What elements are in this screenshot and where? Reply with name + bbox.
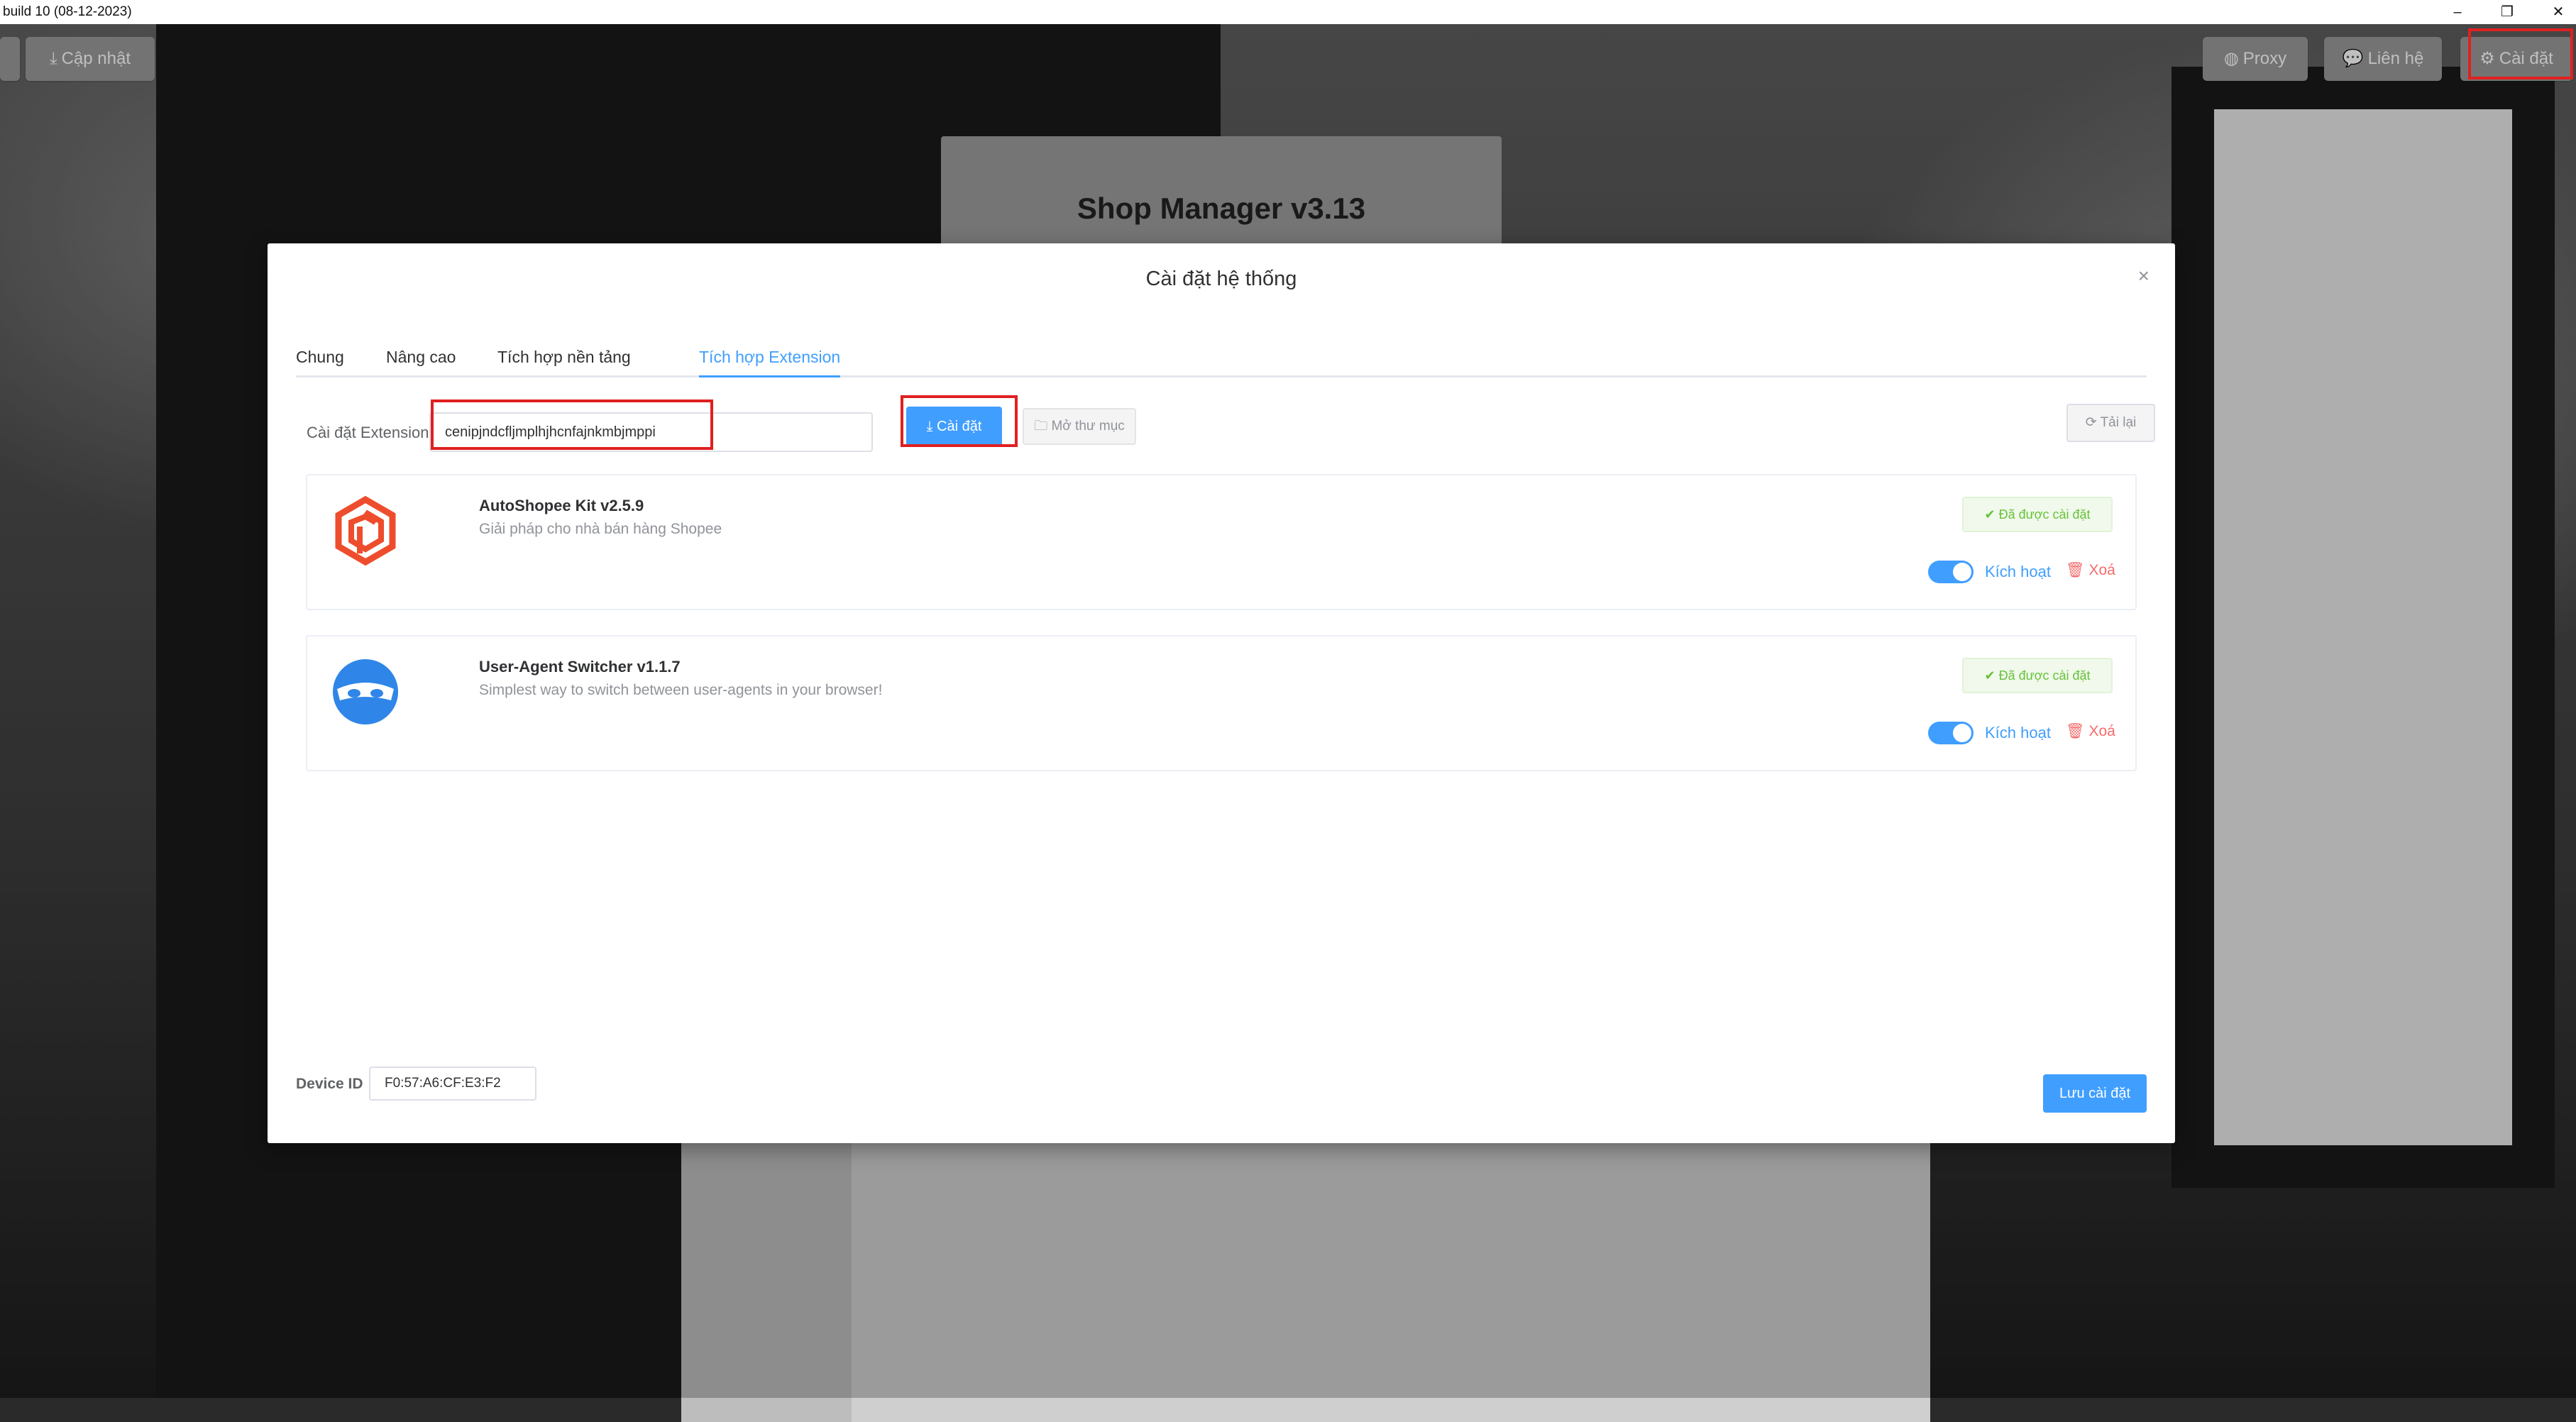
window-titlebar: build 10 (08-12-2023) – ❐ ✕ [0,0,2576,24]
installed-badge: ✔ Đã được cài đặt [1962,658,2113,693]
delete-label: Xoá [2088,562,2115,578]
extension-name: User-Agent Switcher v1.1.7 [479,658,681,676]
device-id-field[interactable]: F0:57:A6:CF:E3:F2 [369,1066,536,1101]
settings-modal: Cài đặt hệ thống × Chung Nâng cao Tích h… [268,243,2175,1143]
highlight-extension-input [431,399,713,450]
restore-button[interactable]: ❐ [2491,0,2523,24]
open-folder-label: Mở thư mục [1051,419,1125,434]
toggle-knob [1953,724,1971,742]
activate-label[interactable]: Kích hoạt [1985,561,2051,583]
tab-general[interactable]: Chung [296,343,344,375]
reload-label: Tải lại [2100,415,2137,430]
refresh-icon: ⟳ [2085,415,2101,430]
activate-toggle[interactable] [1928,561,1974,583]
delete-button[interactable]: 🗑 Xoá [2066,559,2115,582]
folder-icon: 🗀 [1034,419,1052,434]
window-title: build 10 (08-12-2023) [3,4,132,19]
close-icon[interactable]: × [2138,265,2150,287]
highlight-install-button [901,395,1018,447]
trash-icon: 🗑 [2066,562,2089,578]
activate-toggle[interactable] [1928,722,1974,744]
autoshopee-logo-icon [335,495,396,566]
reload-button[interactable]: ⟳ Tải lại [2066,404,2155,442]
installed-badge: ✔ Đã được cài đặt [1962,497,2113,532]
extension-card: AutoShopee Kit v2.5.9 Giải pháp cho nhà … [306,474,2137,610]
minimize-button[interactable]: – [2441,0,2474,24]
highlight-settings-button [2468,28,2573,79]
toggle-knob [1953,563,1971,581]
mask-logo-icon [333,659,398,724]
extension-name: AutoShopee Kit v2.5.9 [479,497,644,514]
trash-icon: 🗑 [2066,723,2089,739]
check-icon: ✔ [1984,507,1999,522]
extension-label: Cài đặt Extension [307,424,429,441]
installed-label: Đã được cài đặt [1998,507,2091,522]
activate-label[interactable]: Kích hoạt [1985,722,2051,744]
check-icon: ✔ [1984,668,1999,683]
extension-card: User-Agent Switcher v1.1.7 Simplest way … [306,635,2137,771]
delete-label: Xoá [2088,723,2115,739]
tab-platform-integration[interactable]: Tích hợp nền tảng [497,343,631,375]
extension-description: Giải pháp cho nhà bán hàng Shopee [479,521,722,537]
window-close-button[interactable]: ✕ [2542,0,2575,24]
settings-tabs: Chung Nâng cao Tích hợp nền tảng Tích hợ… [296,343,2147,377]
extension-description: Simplest way to switch between user-agen… [479,682,883,698]
open-folder-button[interactable]: 🗀 Mở thư mục [1023,408,1136,445]
delete-button[interactable]: 🗑 Xoá [2066,720,2115,743]
save-settings-button[interactable]: Lưu cài đặt [2043,1074,2147,1113]
installed-label: Đã được cài đặt [1998,668,2091,683]
tab-advanced[interactable]: Nâng cao [386,343,456,375]
tab-extension-integration[interactable]: Tích hợp Extension [699,343,841,377]
modal-title: Cài đặt hệ thống [1145,268,1297,290]
device-id-label: Device ID [296,1076,363,1092]
